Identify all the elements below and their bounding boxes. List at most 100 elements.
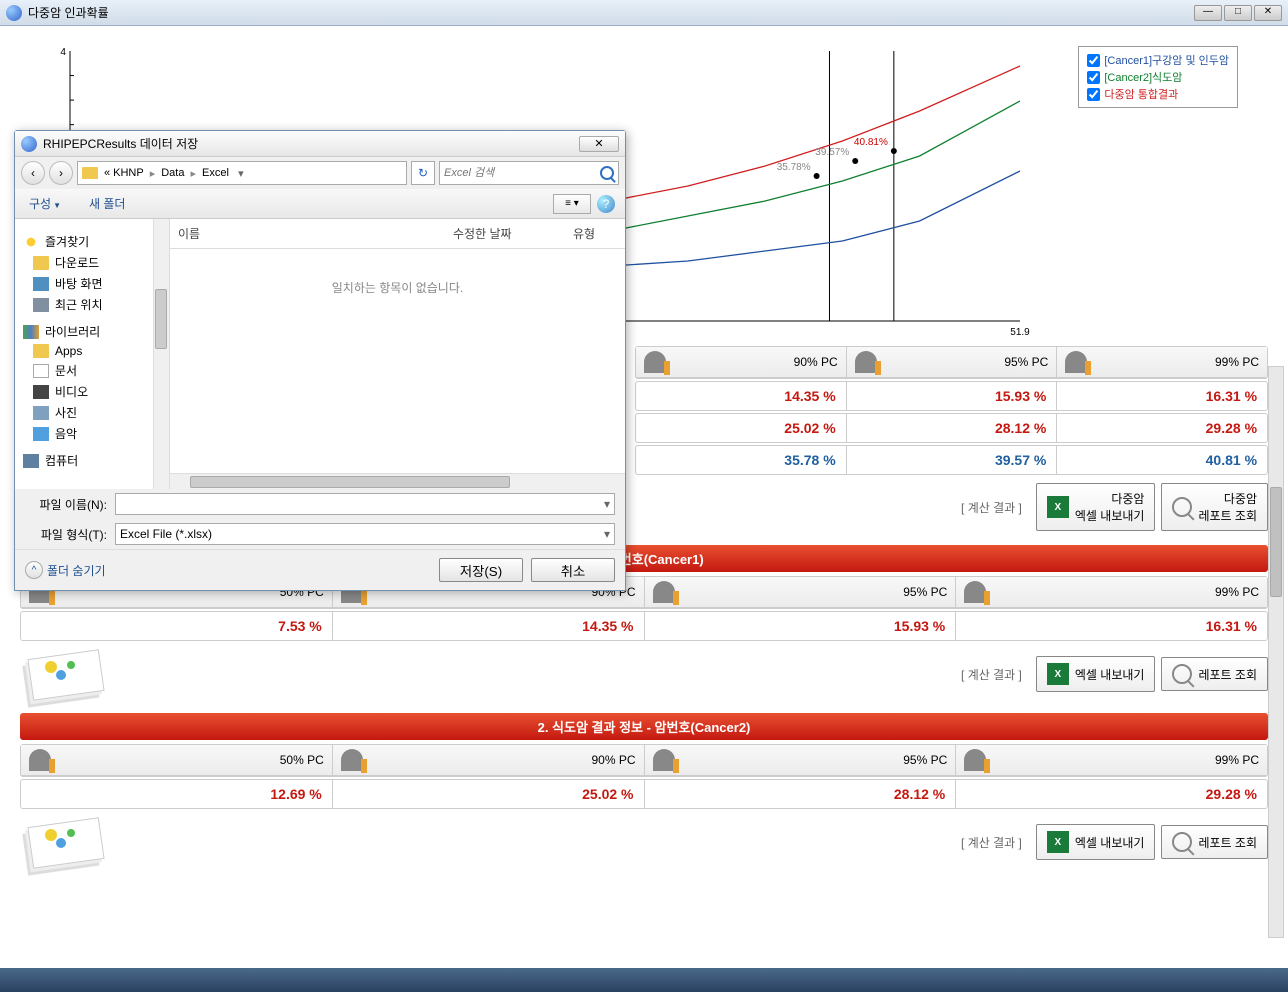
btn-line2: 레포트 조회: [1198, 509, 1257, 523]
nav-forward-button[interactable]: ›: [49, 161, 73, 185]
bc-seg[interactable]: Excel: [199, 167, 232, 179]
nav-back-button[interactable]: ‹: [21, 161, 45, 185]
svg-text:51.9: 51.9: [1010, 327, 1030, 338]
legend-item[interactable]: [Cancer2]식도암: [1087, 69, 1229, 85]
close-button[interactable]: ✕: [1254, 5, 1282, 21]
sidebar-scrollbar[interactable]: [153, 219, 169, 489]
chevron-up-icon: ^: [25, 561, 43, 579]
pc-header-label: 95% PC: [903, 585, 947, 599]
search-icon: [600, 166, 614, 180]
search-box[interactable]: [439, 161, 619, 185]
excel-icon: X: [1047, 831, 1069, 853]
pc-value: 29.28 %: [956, 780, 1267, 808]
chevron-right-icon: ▸: [187, 167, 199, 180]
pc-value: 40.81 %: [1057, 446, 1267, 474]
multi-result-table: 90% PC95% PC99% PC 14.35 %15.93 %16.31 %…: [635, 346, 1268, 475]
legend-item[interactable]: [Cancer1]구강암 및 인두암: [1087, 52, 1229, 68]
pc-value: 15.93 %: [645, 612, 956, 640]
pc-header-label: 50% PC: [280, 753, 324, 767]
svg-text:39.57%: 39.57%: [815, 147, 849, 158]
hide-folders-link[interactable]: ^ 폴더 숨기기: [25, 561, 106, 579]
organize-button[interactable]: 구성▼: [25, 193, 65, 214]
taskbar[interactable]: [0, 968, 1288, 992]
report-view-button[interactable]: 레포트 조회: [1161, 825, 1268, 859]
magnifier-icon: [1172, 497, 1192, 517]
table-row: 35.78 %39.57 %40.81 %: [635, 445, 1268, 475]
dialog-sidebar: 즐겨찾기 다운로드 바탕 화면 최근 위치 라이브러리 Apps 문서 비디오 …: [15, 219, 170, 489]
multi-excel-export-button[interactable]: X 다중암 엑셀 내보내기: [1036, 483, 1156, 531]
sidebar-photo[interactable]: 사진: [15, 402, 169, 423]
scrollbar-thumb[interactable]: [155, 289, 167, 349]
legend-label: [Cancer1]구강암 및 인두암: [1104, 52, 1229, 68]
sidebar-music[interactable]: 음악: [15, 423, 169, 444]
scrollbar-thumb[interactable]: [1270, 487, 1282, 597]
report-view-button[interactable]: 레포트 조회: [1161, 657, 1268, 691]
pc-header-label: 95% PC: [1004, 355, 1048, 369]
col-name[interactable]: 이름: [170, 223, 445, 244]
new-folder-button[interactable]: 새 폴더: [85, 193, 129, 214]
btn-line2: 엑셀 내보내기: [1075, 509, 1145, 523]
sidebar-docs[interactable]: 문서: [15, 360, 169, 381]
pc-header-label: 90% PC: [794, 355, 838, 369]
chart-legend: [Cancer1]구강암 및 인두암 [Cancer2]식도암 다중암 통합결과: [1078, 46, 1238, 108]
save-dialog: RHIPEPCResults 데이터 저장 ✕ ‹ › « KHNP ▸ Dat…: [14, 130, 626, 591]
col-type[interactable]: 유형: [565, 223, 625, 244]
breadcrumb-dropdown[interactable]: ▾: [232, 167, 250, 180]
sidebar-downloads[interactable]: 다운로드: [15, 252, 169, 273]
sidebar-apps[interactable]: Apps: [15, 342, 169, 360]
svg-text:35.78%: 35.78%: [777, 162, 811, 173]
pc-header-label: 99% PC: [1215, 355, 1259, 369]
pc-header-label: 90% PC: [591, 753, 635, 767]
excel-export-button[interactable]: X 엑셀 내보내기: [1036, 824, 1156, 860]
filetype-select[interactable]: Excel File (*.xlsx)▾: [115, 523, 615, 545]
person-icon: [1065, 351, 1087, 373]
folder-icon: [82, 167, 98, 179]
vertical-scrollbar[interactable]: [1268, 366, 1284, 938]
pc-value: 28.12 %: [847, 414, 1057, 442]
legend-checkbox[interactable]: [1087, 71, 1100, 84]
minimize-button[interactable]: —: [1194, 5, 1222, 21]
bc-seg[interactable]: KHNP: [110, 167, 147, 179]
horizontal-scrollbar[interactable]: [170, 473, 625, 489]
sidebar-desktop[interactable]: 바탕 화면: [15, 273, 169, 294]
maximize-button[interactable]: □: [1224, 5, 1252, 21]
sidebar-video[interactable]: 비디오: [15, 381, 169, 402]
window-title: 다중암 인과확률: [28, 4, 1194, 21]
search-input[interactable]: [444, 167, 600, 179]
sidebar-favorites[interactable]: 즐겨찾기: [15, 231, 169, 252]
sidebar-library[interactable]: 라이브러리: [15, 321, 169, 342]
table-row: 25.02 %28.12 %29.28 %: [635, 413, 1268, 443]
person-icon: [341, 749, 363, 771]
excel-export-button[interactable]: X 엑셀 내보내기: [1036, 656, 1156, 692]
bc-seg[interactable]: Data: [158, 167, 187, 179]
dialog-title-text: RHIPEPCResults 데이터 저장: [43, 135, 579, 152]
legend-label: 다중암 통합결과: [1104, 86, 1178, 102]
sidebar-computer[interactable]: 컴퓨터: [15, 450, 169, 471]
btn-label: 엑셀 내보내기: [1075, 834, 1145, 851]
legend-item[interactable]: 다중암 통합결과: [1087, 86, 1229, 102]
person-icon: [653, 749, 675, 771]
pc-value: 25.02 %: [333, 780, 644, 808]
col-date[interactable]: 수정한 날짜: [445, 223, 565, 244]
section2-header: 2. 식도암 결과 정보 - 암번호(Cancer2): [20, 713, 1268, 740]
help-button[interactable]: ?: [597, 195, 615, 213]
legend-checkbox[interactable]: [1087, 88, 1100, 101]
refresh-button[interactable]: ↻: [411, 161, 435, 185]
breadcrumb[interactable]: « KHNP ▸ Data ▸ Excel ▾: [77, 161, 407, 185]
sidebar-recent[interactable]: 최근 위치: [15, 294, 169, 315]
person-icon: [653, 581, 675, 603]
scrollbar-thumb[interactable]: [190, 476, 510, 488]
view-mode-button[interactable]: ≡ ▾: [553, 194, 591, 214]
multi-report-view-button[interactable]: 다중암 레포트 조회: [1161, 483, 1268, 531]
filename-input[interactable]: ▾: [115, 493, 615, 515]
pc-value: 39.57 %: [847, 446, 1057, 474]
calc-result-label: [ 계산 결과 ]: [961, 834, 1022, 851]
save-button[interactable]: 저장(S): [439, 558, 523, 582]
person-icon: [644, 351, 666, 373]
cancel-button[interactable]: 취소: [531, 558, 615, 582]
legend-checkbox[interactable]: [1087, 54, 1100, 67]
pc-value: 35.78 %: [636, 446, 846, 474]
pc-value: 16.31 %: [1057, 382, 1267, 410]
dialog-close-button[interactable]: ✕: [579, 136, 619, 152]
chevron-right-icon: ▸: [147, 167, 159, 180]
